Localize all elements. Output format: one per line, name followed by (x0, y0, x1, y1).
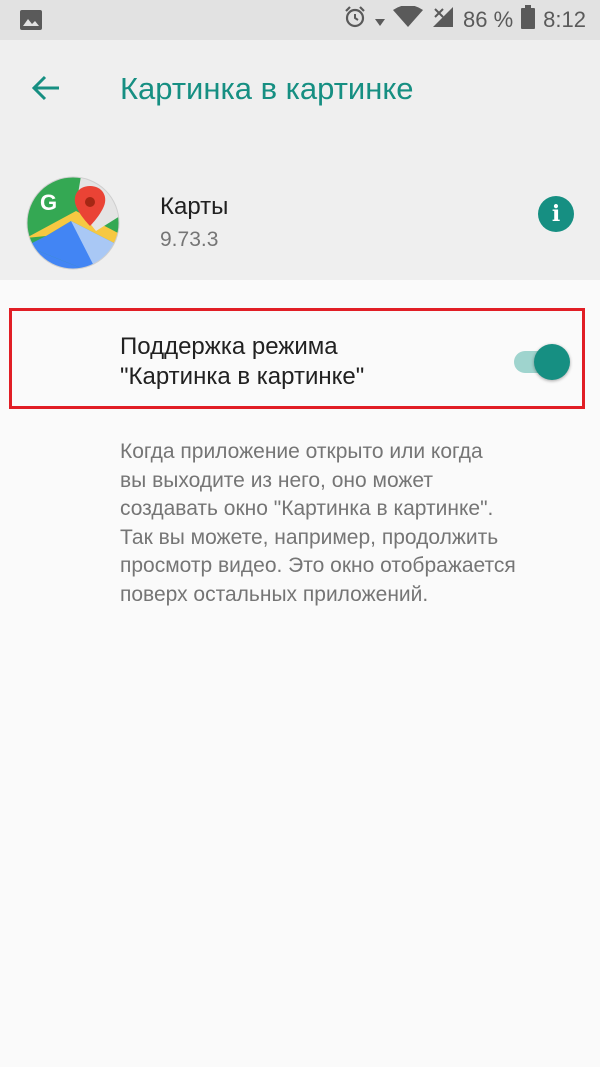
no-sim-icon (431, 5, 455, 35)
pip-description: Когда приложение открыто или когда вы вы… (120, 440, 516, 606)
clock: 8:12 (543, 7, 586, 32)
app-name: Карты (160, 193, 229, 220)
svg-text:G: G (40, 190, 57, 215)
google-maps-icon: G (26, 176, 120, 270)
alarm-icon (343, 5, 367, 35)
pip-toggle[interactable] (514, 343, 570, 381)
arrow-left-icon (31, 75, 61, 106)
info-button[interactable]: i (538, 196, 574, 232)
info-icon: i (551, 201, 561, 227)
gallery-icon (20, 10, 42, 35)
app-version: 9.73.3 (160, 228, 219, 251)
page-title: Картинка в картинке (120, 71, 414, 106)
battery-percent: 86 % (463, 7, 514, 32)
pip-setting-label[interactable]: Поддержка режима "Картинка в картинке" (120, 332, 500, 392)
toggle-thumb (534, 344, 570, 380)
status-icons: 86 % 8:12 (343, 0, 586, 40)
wifi-icon (393, 5, 424, 34)
back-button[interactable] (24, 70, 68, 110)
battery-icon (521, 5, 536, 35)
status-bar: 86 % 8:12 (0, 0, 600, 40)
signal-icon (375, 7, 386, 33)
